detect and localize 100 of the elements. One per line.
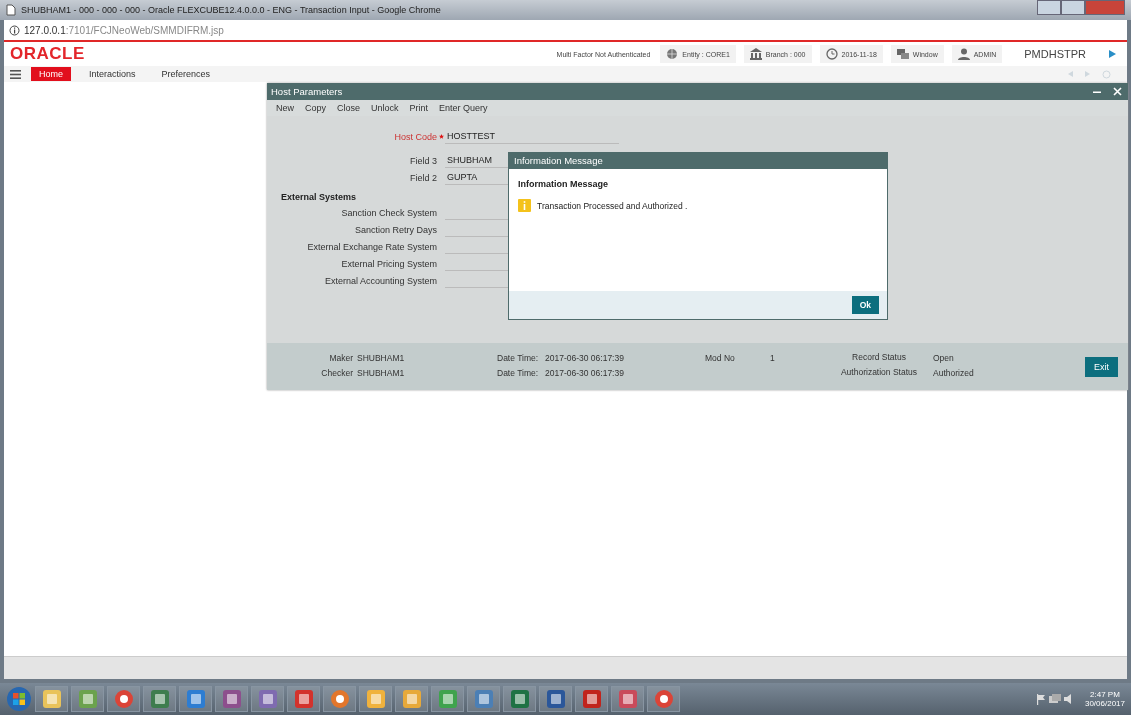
audit-label: Maker [328, 353, 354, 365]
taskbar-app-button[interactable] [179, 686, 212, 712]
page-icon [6, 4, 16, 16]
speaker-icon[interactable] [1063, 694, 1074, 704]
field-label: Field 3 [409, 155, 437, 166]
audit-value: 1 [770, 353, 776, 365]
taskbar-app-button[interactable] [503, 686, 536, 712]
app-icon [41, 689, 62, 709]
toolbar-button[interactable]: Print [404, 103, 434, 113]
required-icon [438, 134, 444, 139]
close-icon[interactable] [1113, 87, 1122, 96]
toolbar-button[interactable]: Enter Query [434, 103, 493, 113]
field-label: External Exchange Rate System [306, 241, 437, 252]
taskbar-app-button[interactable] [215, 686, 248, 712]
network-icon[interactable] [1048, 693, 1061, 705]
dialog-title: Information Message [509, 153, 887, 169]
logo: ORACLE [10, 44, 85, 64]
time-text: 2:47 PM [1090, 690, 1120, 699]
app-icon [293, 689, 314, 709]
exit-button[interactable]: Exit [1085, 356, 1118, 377]
windows-icon [896, 48, 909, 60]
taskbar-app-button[interactable] [323, 686, 356, 712]
maximize-button[interactable] [1061, 0, 1085, 15]
taskbar-app-button[interactable] [35, 686, 68, 712]
app-icon [77, 689, 98, 709]
taskbar-app-button[interactable] [251, 686, 284, 712]
window-title: Host Parameters [271, 86, 343, 97]
info-icon [9, 24, 20, 36]
audit-value: 2017-06-30 06:17:39 [545, 353, 625, 365]
app-icon [545, 689, 566, 709]
info-icon [518, 199, 531, 212]
app-icon [617, 689, 638, 709]
app-icon [365, 689, 386, 709]
app-icon [581, 689, 602, 709]
menu-tab[interactable]: Home [31, 67, 71, 81]
app-icon [257, 689, 278, 709]
field-label: External Accounting System [323, 275, 437, 286]
toolbar-button[interactable]: Close [332, 103, 366, 113]
message-text: Transaction Processed and Authorized . [537, 200, 688, 211]
taskbar-app-button[interactable] [143, 686, 176, 712]
section-heading: External Systems [280, 192, 358, 202]
field-label: Sanction Check System [340, 207, 437, 218]
taskbar-app-button[interactable] [287, 686, 320, 712]
flag-icon[interactable] [1035, 693, 1046, 705]
menu-tab[interactable]: Preferences [153, 67, 219, 81]
taskbar-app-button[interactable] [647, 686, 680, 712]
taskbar-app-button[interactable] [431, 686, 464, 712]
app-icon [401, 689, 422, 709]
audit-label: Mod No [705, 353, 736, 365]
clock-icon [825, 48, 838, 60]
dialog-heading: Information Message [518, 179, 610, 189]
taskbar-app-button[interactable] [359, 686, 392, 712]
taskbar-app-button[interactable] [539, 686, 572, 712]
toolbar-button[interactable]: New [271, 103, 299, 113]
start-button[interactable] [6, 686, 32, 712]
app-icon [185, 689, 206, 709]
date-text: 30/06/2017 [1084, 699, 1125, 708]
taskbar-app-button[interactable] [71, 686, 104, 712]
app-icon [221, 689, 242, 709]
menu-tab[interactable]: Interactions [81, 67, 144, 81]
field-label: External Pricing System [340, 258, 437, 269]
globe-icon [666, 48, 679, 60]
toolbar-button[interactable]: Unlock [366, 103, 404, 113]
audit-label: Checker [320, 368, 354, 380]
app-icon [149, 689, 170, 709]
audit-label: Record Status [851, 353, 907, 364]
app-icon [653, 689, 674, 709]
app-icon [329, 689, 350, 709]
taskbar-app-button[interactable] [611, 686, 644, 712]
ok-button[interactable]: Ok [851, 296, 879, 314]
taskbar-app-button[interactable] [467, 686, 500, 712]
app-icon [509, 689, 530, 709]
app-icon [437, 689, 458, 709]
taskbar-app-button[interactable] [107, 686, 140, 712]
audit-value: 2017-06-30 06:17:39 [545, 368, 625, 380]
toolbar-button[interactable]: Copy [300, 103, 332, 113]
function-id: PMDHSTPR [1024, 48, 1086, 60]
audit-value: SHUBHAM1 [357, 353, 406, 365]
user-icon [957, 48, 970, 60]
field-label: Host Code [393, 131, 437, 142]
audit-value: SHUBHAM1 [357, 368, 406, 380]
clock[interactable]: 2:47 PM 30/06/2017 [1084, 690, 1125, 708]
audit-label: Date Time: [497, 368, 540, 380]
address-field[interactable]: 127.0.0.1:7101/FCJNeoWeb/SMMDIFRM.jsp [24, 24, 224, 36]
audit-label: Date Time: [497, 353, 540, 365]
input-field[interactable]: HOSTTEST [445, 129, 619, 144]
field-label: Sanction Retry Days [353, 224, 437, 235]
app-icon [473, 689, 494, 709]
audit-value: Authorized [932, 368, 974, 380]
audit-label: Authorization Status [839, 368, 919, 379]
play-icon[interactable] [1108, 49, 1117, 59]
window-title: SHUBHAM1 - 000 - 000 - 000 - Oracle FLEXCUBE12.4.0.0.0 - ENG - Transaction Input - Google Chrome [21, 5, 441, 15]
taskbar-app-button[interactable] [395, 686, 428, 712]
minimize-button[interactable] [1037, 0, 1061, 15]
app-icon [113, 689, 134, 709]
field-label: Field 2 [409, 172, 437, 183]
bank-icon [749, 48, 762, 60]
menu-icon[interactable] [10, 69, 21, 79]
taskbar-app-button[interactable] [575, 686, 608, 712]
audit-value: Open [932, 353, 954, 365]
